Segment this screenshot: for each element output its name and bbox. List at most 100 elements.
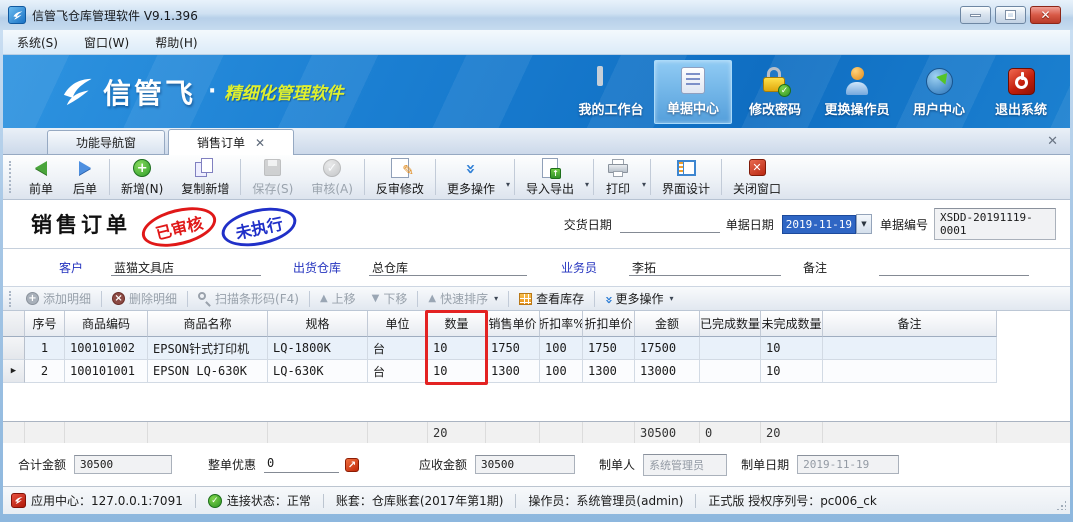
maximize-button[interactable] (995, 6, 1026, 24)
column-header[interactable]: 商品编码 (65, 311, 148, 337)
application-window: 信管飞仓库管理软件 V9.1.396 ✕ 系统(S) 窗口(W) 帮助(H) 信… (0, 0, 1073, 522)
cell-spec[interactable]: LQ-630K (268, 360, 368, 383)
cell-unit[interactable]: 台 (368, 337, 428, 360)
cell-name[interactable]: EPSON针式打印机 (148, 337, 268, 360)
ui-design-button[interactable]: 界面设计 (653, 156, 719, 199)
cell-done-qty[interactable] (700, 360, 761, 383)
detail-grid: 序号 商品编码 商品名称 规格 单位 数量 销售单价 折扣率% 折扣单价 金额 … (3, 311, 1070, 443)
column-header[interactable]: 销售单价 (486, 311, 540, 337)
close-button[interactable]: ✕ (1030, 6, 1061, 24)
total-amount-field: 30500 (74, 455, 172, 474)
nav-my-workbench[interactable]: 我的工作台 (572, 60, 650, 124)
cell-code[interactable]: 100101002 (65, 337, 148, 360)
minimize-button[interactable] (960, 6, 991, 24)
column-header[interactable]: 数量 (428, 311, 486, 337)
unaudit-modify-button[interactable]: ✎ 反审修改 (367, 156, 433, 199)
delivery-date-field[interactable] (620, 216, 720, 233)
dropdown-arrow-icon[interactable]: ▾ (585, 180, 589, 189)
tab-label: 销售订单 (197, 134, 245, 151)
column-header[interactable]: 序号 (25, 311, 65, 337)
cell-rate[interactable]: 100 (540, 337, 583, 360)
table-row[interactable]: ▶ 2 100101001 EPSON LQ-630K LQ-630K 台 10… (3, 360, 1070, 383)
up-arrow-icon: ▲ (320, 293, 328, 304)
menu-window[interactable]: 窗口(W) (84, 34, 129, 51)
cell-code[interactable]: 100101001 (65, 360, 148, 383)
row-selector-cell[interactable]: ▶ (3, 360, 25, 383)
summary-done-qty: 0 (700, 422, 761, 443)
cell-rate[interactable]: 100 (540, 360, 583, 383)
tab-close-icon[interactable]: ✕ (255, 137, 265, 149)
cell-price[interactable]: 1300 (486, 360, 540, 383)
cell-dprice[interactable]: 1300 (583, 360, 635, 383)
cell-undone-qty[interactable]: 10 (761, 337, 823, 360)
cell-amount[interactable]: 17500 (635, 337, 700, 360)
cell-qty[interactable]: 10 (428, 360, 486, 383)
cell-price[interactable]: 1750 (486, 337, 540, 360)
new-button[interactable]: + 新增(N) (112, 156, 172, 199)
summary-cell (540, 422, 583, 443)
cell-remark[interactable] (823, 360, 997, 383)
totals-bar: 合计金额 30500 整单优惠 0 ↗ 应收金额 30500 制单人 系统管理员… (3, 443, 1070, 486)
close-window-button[interactable]: ✕ 关闭窗口 (724, 156, 790, 199)
remark-field[interactable] (879, 259, 1029, 276)
copy-new-button[interactable]: 复制新增 (172, 156, 238, 199)
column-header[interactable]: 已完成数量 (700, 311, 761, 337)
table-row[interactable]: 1 100101002 EPSON针式打印机 LQ-1800K 台 10 175… (3, 337, 1070, 360)
dropdown-arrow-icon[interactable]: ▾ (506, 180, 510, 189)
column-header[interactable]: 金额 (635, 311, 700, 337)
resize-grip[interactable] (1056, 500, 1066, 510)
nav-document-center[interactable]: 单据中心 (654, 60, 732, 124)
column-header[interactable]: 未完成数量 (761, 311, 823, 337)
cell-spec[interactable]: LQ-1800K (268, 337, 368, 360)
cell-undone-qty[interactable]: 10 (761, 360, 823, 383)
column-header[interactable]: 备注 (823, 311, 997, 337)
date-dropdown-button[interactable]: ▼ (856, 214, 872, 234)
dropdown-arrow-icon[interactable]: ▾ (642, 180, 646, 189)
doc-date-field[interactable]: 2019-11-19 (782, 215, 856, 234)
column-header[interactable]: 商品名称 (148, 311, 268, 337)
prev-order-button[interactable]: 前单 (19, 156, 63, 199)
view-stock-button[interactable]: 查看库存 (511, 290, 592, 307)
nav-user-center[interactable]: 用户中心 (900, 60, 978, 124)
menu-system[interactable]: 系统(S) (17, 34, 58, 51)
dropdown-arrow-icon: ▾ (670, 294, 674, 303)
tab-sales-order[interactable]: 销售订单 ✕ (168, 129, 294, 155)
tabstrip-close-icon[interactable]: ✕ (1047, 134, 1058, 149)
toolbar-grip (9, 161, 15, 193)
cell-seq[interactable]: 1 (25, 337, 65, 360)
cell-qty[interactable]: 10 (428, 337, 486, 360)
cell-seq[interactable]: 2 (25, 360, 65, 383)
doc-date-label: 单据日期 (726, 216, 774, 233)
column-header[interactable]: 折扣率% (540, 311, 583, 337)
red-close-icon: ✕ (749, 158, 766, 178)
nav-change-password[interactable]: ✓ 修改密码 (736, 60, 814, 124)
cell-unit[interactable]: 台 (368, 360, 428, 383)
row-selector-cell[interactable] (3, 337, 25, 360)
menu-help[interactable]: 帮助(H) (155, 34, 197, 51)
import-export-button[interactable]: ↑ 导入导出 (517, 156, 583, 199)
detail-more-actions-button[interactable]: » 更多操作 ▾ (597, 290, 681, 307)
cell-done-qty[interactable] (700, 337, 761, 360)
tab-function-nav[interactable]: 功能导航窗 (47, 130, 165, 154)
column-header[interactable]: 折扣单价 (583, 311, 635, 337)
column-header[interactable]: 规格 (268, 311, 368, 337)
nav-switch-operator[interactable]: 更换操作员 (818, 60, 896, 124)
tab-label: 功能导航窗 (76, 134, 136, 151)
warehouse-field[interactable]: 总仓库 (369, 259, 527, 276)
discount-action-icon[interactable]: ↗ (345, 458, 359, 472)
cell-remark[interactable] (823, 337, 997, 360)
customer-field[interactable]: 蓝猫文具店 (111, 259, 261, 276)
cell-amount[interactable]: 13000 (635, 360, 700, 383)
nav-exit-system[interactable]: 退出系统 (982, 60, 1060, 124)
customer-label: 客户 (59, 259, 83, 276)
more-actions-button[interactable]: » 更多操作 (438, 156, 504, 199)
cell-dprice[interactable]: 1750 (583, 337, 635, 360)
cell-name[interactable]: EPSON LQ-630K (148, 360, 268, 383)
discount-field[interactable]: 0 (264, 456, 339, 473)
floppy-icon (264, 158, 281, 178)
check-circle-icon: ✓ (323, 158, 341, 178)
next-order-button[interactable]: 后单 (63, 156, 107, 199)
print-button[interactable]: 打印 (596, 156, 640, 199)
column-header[interactable]: 单位 (368, 311, 428, 337)
salesman-field[interactable]: 李拓 (629, 259, 781, 276)
